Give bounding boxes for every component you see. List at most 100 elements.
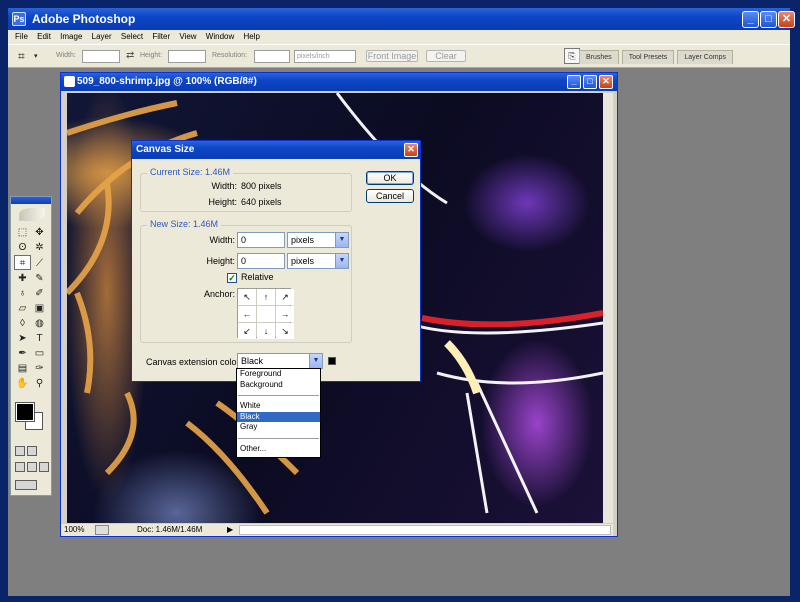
menu-image[interactable]: Image (60, 30, 82, 44)
anchor-center-icon[interactable] (257, 306, 275, 322)
front-image-button[interactable]: Front Image (366, 50, 418, 62)
pen-tool-icon[interactable]: ✒ (14, 346, 31, 361)
anchor-top-right-icon[interactable]: ↗ (276, 289, 294, 305)
menu-view[interactable]: View (179, 30, 196, 44)
magic-wand-tool-icon[interactable]: ✲ (31, 240, 48, 255)
option-background[interactable]: Background (237, 380, 320, 391)
menu-layer[interactable]: Layer (92, 30, 112, 44)
doc-maximize-icon[interactable]: □ (583, 75, 597, 89)
move-tool-icon[interactable]: ✥ (31, 225, 48, 240)
tab-tool-presets[interactable]: Tool Presets (621, 50, 675, 64)
standard-screen-icon[interactable] (15, 462, 25, 472)
anchor-bottom-icon[interactable]: ↓ (257, 323, 275, 339)
option-white[interactable]: White (237, 401, 320, 412)
shape-tool-icon[interactable]: ▭ (31, 346, 48, 361)
tab-layer-comps[interactable]: Layer Comps (677, 50, 733, 64)
horizontal-scrollbar[interactable] (239, 525, 611, 535)
resolution-field[interactable] (254, 50, 290, 63)
dialog-titlebar[interactable]: Canvas Size ✕ (132, 141, 420, 159)
feather-logo-icon[interactable] (19, 208, 45, 221)
toolbox-header[interactable] (11, 197, 51, 204)
menu-filter[interactable]: Filter (152, 30, 170, 44)
extension-color-swatch[interactable] (328, 357, 336, 365)
doc-minimize-icon[interactable]: _ (567, 75, 581, 89)
hand-tool-icon[interactable]: ✋ (14, 376, 31, 391)
history-brush-tool-icon[interactable]: ✐ (31, 286, 48, 301)
ok-button[interactable]: OK (366, 171, 414, 185)
quick-mask-mode-icon[interactable] (27, 446, 37, 456)
crop-icon[interactable]: ⌗ (18, 49, 25, 64)
anchor-bottom-right-icon[interactable]: ↘ (276, 323, 294, 339)
anchor-right-icon[interactable]: → (276, 306, 294, 322)
standard-mode-icon[interactable] (15, 446, 25, 456)
full-screen-menu-icon[interactable] (27, 462, 37, 472)
slice-tool-icon[interactable]: ⟋ (31, 256, 48, 271)
status-menu-arrow-icon[interactable]: ▶ (227, 524, 233, 536)
close-icon[interactable]: ✕ (778, 11, 795, 28)
restore-icon[interactable]: □ (760, 11, 777, 28)
resolution-unit-select[interactable]: pixels/inch (294, 50, 356, 63)
width-label: Width: (56, 52, 76, 59)
document-titlebar[interactable]: 509_800-shrimp.jpg @ 100% (RGB/8#) _ □ ✕ (61, 73, 617, 91)
eyedropper-tool-icon[interactable]: ✑ (31, 361, 48, 376)
option-black[interactable]: Black (237, 411, 320, 422)
tab-brushes[interactable]: Brushes (579, 50, 619, 64)
chevron-down-icon[interactable]: ▾ (34, 52, 38, 60)
relative-checkbox[interactable]: ✓ (227, 273, 237, 283)
dialog-close-icon[interactable]: ✕ (404, 143, 418, 157)
path-selection-tool-icon[interactable]: ➤ (14, 331, 31, 346)
width-input[interactable]: 0 (237, 232, 285, 248)
menu-select[interactable]: Select (121, 30, 143, 44)
option-other[interactable]: Other... (237, 444, 320, 455)
anchor-top-icon[interactable]: ↑ (257, 289, 275, 305)
type-tool-icon[interactable]: T (31, 331, 48, 346)
menu-help[interactable]: Help (243, 30, 259, 44)
zoom-level[interactable]: 100% (64, 524, 84, 536)
anchor-bottom-left-icon[interactable]: ↙ (238, 323, 256, 339)
app-titlebar[interactable]: Ps Adobe Photoshop _ □ ✕ (8, 8, 795, 30)
height-unit-select[interactable]: pixels ▼ (287, 253, 349, 269)
extension-color-dropdown: Foreground Background White Black Gray O… (236, 368, 321, 458)
doc-info[interactable]: Doc: 1.46M/1.46M (137, 524, 202, 536)
jump-to-row (14, 479, 50, 493)
gradient-tool-icon[interactable]: ▣ (31, 301, 48, 316)
minimize-icon[interactable]: _ (742, 11, 759, 28)
swap-icon[interactable]: ⇄ (126, 50, 134, 61)
chevron-down-icon[interactable]: ▼ (335, 254, 348, 268)
full-screen-icon[interactable] (39, 462, 49, 472)
extension-color-select[interactable]: Black ▼ (237, 353, 323, 369)
width-field[interactable] (82, 50, 120, 63)
chevron-down-icon[interactable]: ▼ (335, 233, 348, 247)
notes-tool-icon[interactable]: ▤ (14, 361, 31, 376)
dodge-tool-icon[interactable]: ◍ (31, 316, 48, 331)
anchor-top-left-icon[interactable]: ↖ (238, 289, 256, 305)
width-unit-select[interactable]: pixels ▼ (287, 232, 349, 248)
eraser-tool-icon[interactable]: ▱ (14, 301, 31, 316)
blur-tool-icon[interactable]: ◊ (14, 316, 31, 331)
brush-tool-icon[interactable]: ✎ (31, 271, 48, 286)
menu-file[interactable]: File (15, 30, 28, 44)
marquee-tool-icon[interactable]: ⬚ (14, 225, 31, 240)
clone-stamp-tool-icon[interactable]: ♁ (14, 286, 31, 301)
clear-button[interactable]: Clear (426, 50, 466, 62)
foreground-color-swatch[interactable] (15, 402, 35, 422)
vertical-scrollbar[interactable] (603, 93, 613, 523)
zoom-tool-icon[interactable]: ⚲ (31, 376, 48, 391)
cancel-button[interactable]: Cancel (366, 189, 414, 203)
lasso-tool-icon[interactable]: ʘ (14, 240, 31, 255)
jump-to-imageready-icon[interactable] (15, 480, 37, 490)
extension-color-label: Canvas extension color: (146, 357, 243, 367)
doc-close-icon[interactable]: ✕ (599, 75, 613, 89)
chevron-down-icon[interactable]: ▼ (309, 354, 322, 368)
healing-brush-tool-icon[interactable]: ✚ (14, 271, 31, 286)
option-foreground[interactable]: Foreground (237, 369, 320, 380)
option-gray[interactable]: Gray (237, 422, 320, 433)
menu-window[interactable]: Window (206, 30, 234, 44)
height-field[interactable] (168, 50, 206, 63)
height-input[interactable]: 0 (237, 253, 285, 269)
crop-tool-icon[interactable]: ⌗ (14, 255, 31, 270)
status-icon[interactable] (95, 525, 109, 535)
anchor-left-icon[interactable]: ← (238, 306, 256, 322)
menu-edit[interactable]: Edit (37, 30, 51, 44)
file-browser-icon[interactable]: ⎘ (564, 48, 580, 64)
